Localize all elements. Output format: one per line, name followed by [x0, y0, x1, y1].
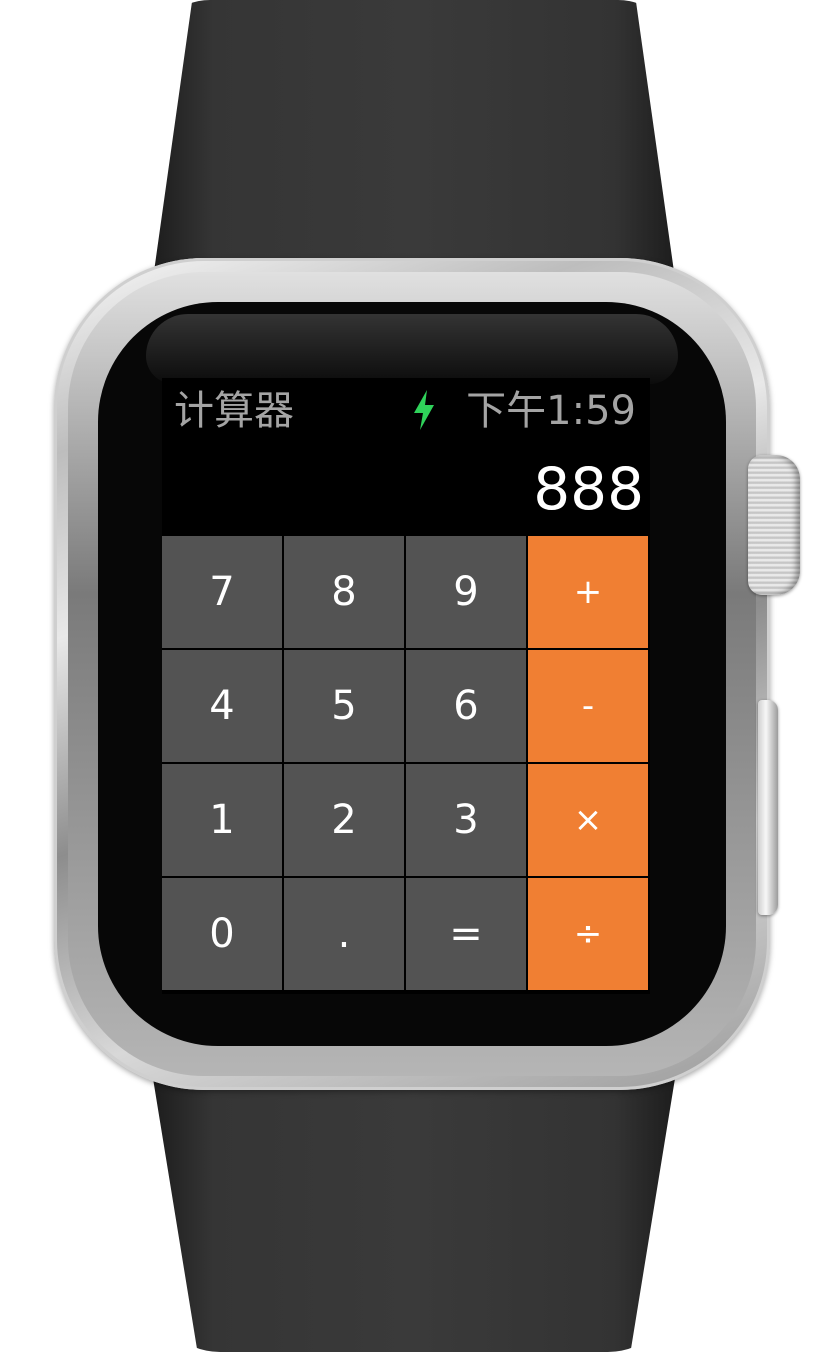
key-plus[interactable]: +	[528, 536, 648, 648]
key-9[interactable]: 9	[406, 536, 526, 648]
status-bar: 计算器 下午1:59	[162, 378, 650, 448]
key-1[interactable]: 1	[162, 764, 282, 876]
key-6[interactable]: 6	[406, 650, 526, 762]
digital-crown[interactable]	[748, 455, 800, 595]
key-8[interactable]: 8	[284, 536, 404, 648]
key-equals[interactable]: =	[406, 878, 526, 990]
status-time: 下午1:59	[466, 388, 636, 434]
key-multiply[interactable]: ×	[528, 764, 648, 876]
key-0[interactable]: 0	[162, 878, 282, 990]
key-4[interactable]: 4	[162, 650, 282, 762]
watch-strap-bottom	[150, 1060, 678, 1352]
key-3[interactable]: 3	[406, 764, 526, 876]
calculator-screen: 计算器 下午1:59 888 7 8 9 + 4 5 6 - 1 2 3 × 0…	[162, 378, 650, 994]
key-divide[interactable]: ÷	[528, 878, 648, 990]
watch-strap-top	[150, 0, 678, 300]
glass-glare	[146, 314, 678, 384]
keypad: 7 8 9 + 4 5 6 - 1 2 3 × 0 . = ÷	[162, 536, 650, 994]
key-2[interactable]: 2	[284, 764, 404, 876]
key-7[interactable]: 7	[162, 536, 282, 648]
lightning-bolt-icon	[414, 390, 434, 430]
calculator-display: 888	[533, 455, 644, 523]
key-5[interactable]: 5	[284, 650, 404, 762]
key-minus[interactable]: -	[528, 650, 648, 762]
side-button[interactable]	[758, 700, 778, 915]
watch-mockup: 计算器 下午1:59 888 7 8 9 + 4 5 6 - 1 2 3 × 0…	[0, 0, 818, 1352]
app-title: 计算器	[174, 388, 294, 434]
key-decimal[interactable]: .	[284, 878, 404, 990]
